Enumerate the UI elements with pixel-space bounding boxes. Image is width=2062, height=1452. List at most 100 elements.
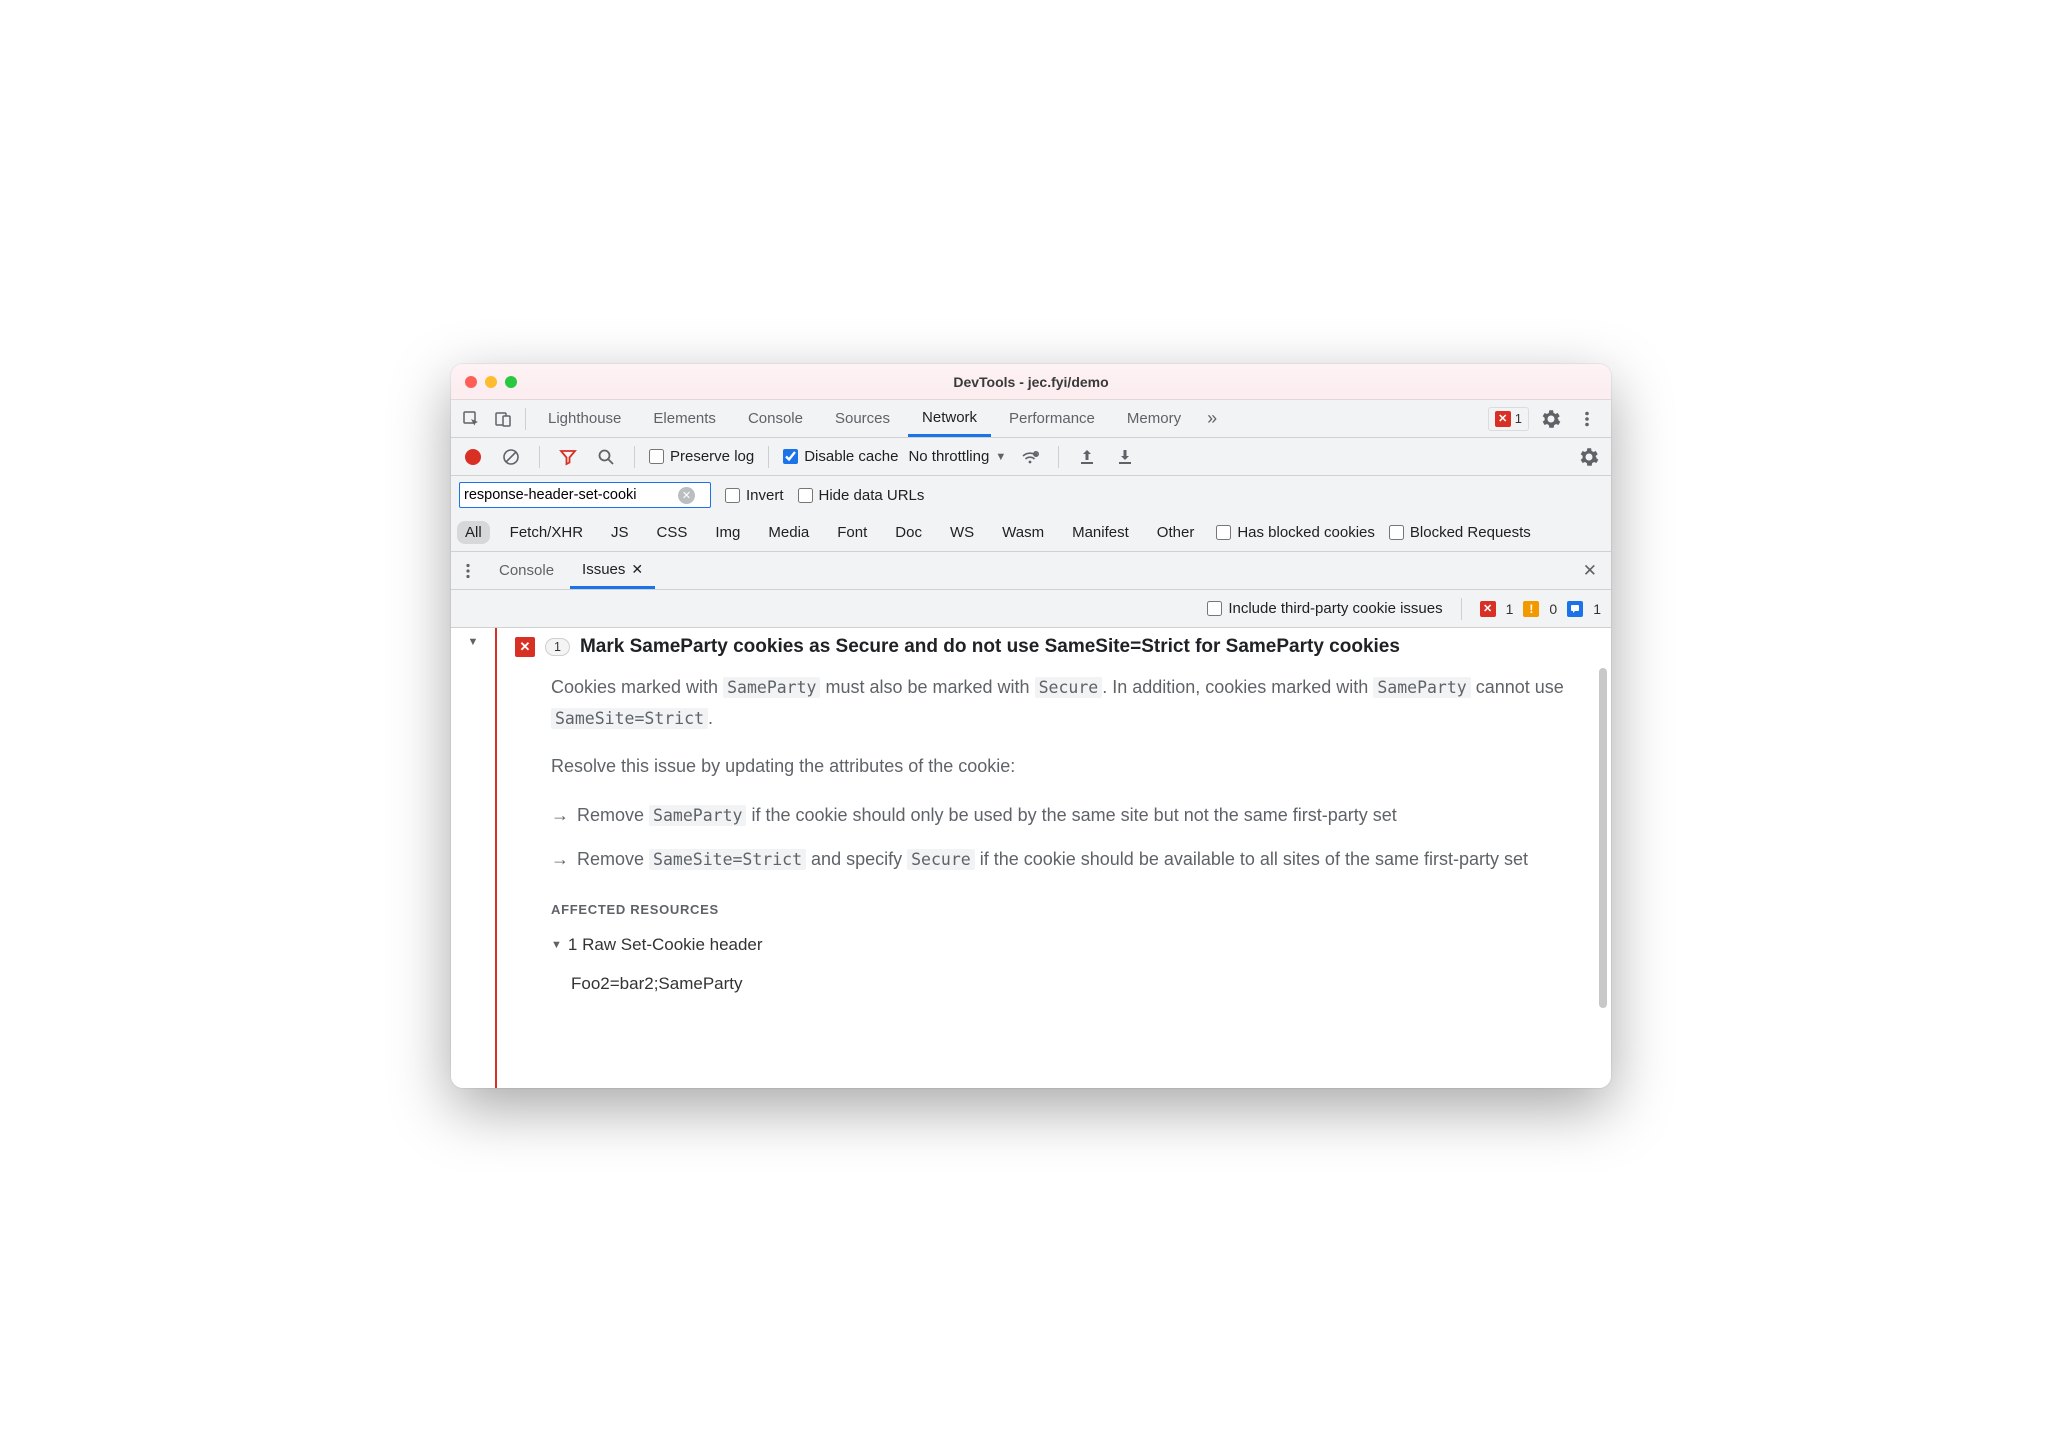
tab-elements[interactable]: Elements bbox=[639, 400, 730, 437]
issue-count-pill: 1 bbox=[545, 638, 570, 656]
invert-label: Invert bbox=[746, 487, 784, 504]
separator bbox=[539, 446, 540, 468]
affected-resource-value: Foo2=bar2;SameParty bbox=[551, 970, 1591, 999]
network-toolbar: Preserve log Disable cache No throttling… bbox=[451, 438, 1611, 476]
code-secure: Secure bbox=[1035, 677, 1103, 698]
tab-console[interactable]: Console bbox=[734, 400, 817, 437]
type-filter-other[interactable]: Other bbox=[1149, 521, 1203, 544]
main-toolbar: Lighthouse Elements Console Sources Netw… bbox=[451, 400, 1611, 438]
code-secure: Secure bbox=[907, 849, 975, 870]
type-filter-row: All Fetch/XHR JS CSS Img Media Font Doc … bbox=[451, 514, 1611, 552]
error-count: 1 bbox=[1515, 411, 1522, 426]
upload-har-icon[interactable] bbox=[1073, 443, 1101, 471]
clear-icon[interactable] bbox=[497, 443, 525, 471]
include-third-party-checkbox[interactable]: Include third-party cookie issues bbox=[1207, 600, 1442, 617]
type-filter-media[interactable]: Media bbox=[760, 521, 817, 544]
error-x-icon: ✕ bbox=[515, 637, 535, 657]
drawer-tab-issues[interactable]: Issues ✕ bbox=[570, 552, 655, 589]
blocked-requests-checkbox[interactable]: Blocked Requests bbox=[1389, 524, 1531, 541]
issue-counts: ✕ 1 ! 0 1 bbox=[1480, 601, 1601, 617]
type-filter-all[interactable]: All bbox=[457, 521, 490, 544]
issue-header[interactable]: ✕ 1 Mark SameParty cookies as Secure and… bbox=[515, 636, 1591, 658]
error-x-icon: ✕ bbox=[1495, 411, 1511, 427]
error-indicator[interactable]: ✕ 1 bbox=[1488, 407, 1529, 431]
tab-memory[interactable]: Memory bbox=[1113, 400, 1195, 437]
separator bbox=[525, 408, 526, 430]
tab-lighthouse[interactable]: Lighthouse bbox=[534, 400, 635, 437]
network-conditions-icon[interactable] bbox=[1016, 443, 1044, 471]
hide-data-urls-checkbox[interactable]: Hide data URLs bbox=[798, 487, 925, 504]
network-settings-gear-icon[interactable] bbox=[1575, 443, 1603, 471]
drawer-close-icon[interactable]: ✕ bbox=[1571, 561, 1609, 581]
has-blocked-cookies-label: Has blocked cookies bbox=[1237, 524, 1375, 541]
close-tab-icon[interactable]: ✕ bbox=[631, 561, 643, 578]
disable-cache-checkbox[interactable]: Disable cache bbox=[783, 448, 898, 465]
collapse-icon[interactable]: ▼ bbox=[468, 636, 479, 648]
record-button[interactable] bbox=[459, 443, 487, 471]
code-sameparty: SameParty bbox=[1373, 677, 1470, 698]
tab-network[interactable]: Network bbox=[908, 400, 991, 437]
arrow-icon: → bbox=[551, 800, 569, 831]
device-toolbar-icon[interactable] bbox=[489, 405, 517, 433]
preserve-log-label: Preserve log bbox=[670, 448, 754, 465]
drawer-tab-issues-label: Issues bbox=[582, 561, 625, 578]
tab-performance[interactable]: Performance bbox=[995, 400, 1109, 437]
download-har-icon[interactable] bbox=[1111, 443, 1139, 471]
clear-filter-icon[interactable]: ✕ bbox=[678, 487, 695, 504]
more-tabs-icon[interactable]: » bbox=[1199, 408, 1225, 429]
filter-row: ✕ Invert Hide data URLs bbox=[451, 476, 1611, 514]
type-filter-img[interactable]: Img bbox=[707, 521, 748, 544]
include-third-party-label: Include third-party cookie issues bbox=[1228, 600, 1442, 617]
drawer-kebab-icon[interactable] bbox=[453, 562, 483, 580]
resolve-intro: Resolve this issue by updating the attri… bbox=[551, 751, 1591, 782]
blocked-requests-label: Blocked Requests bbox=[1410, 524, 1531, 541]
type-filter-js[interactable]: JS bbox=[603, 521, 637, 544]
main-tabs: Lighthouse Elements Console Sources Netw… bbox=[534, 400, 1484, 437]
has-blocked-cookies-checkbox[interactable]: Has blocked cookies bbox=[1216, 524, 1375, 541]
inspect-element-icon[interactable] bbox=[457, 405, 485, 433]
issues-options-bar: Include third-party cookie issues ✕ 1 ! … bbox=[451, 590, 1611, 628]
collapse-icon[interactable]: ▼ bbox=[551, 936, 562, 955]
issues-error-count: 1 bbox=[1506, 601, 1514, 617]
separator bbox=[768, 446, 769, 468]
code-samesite-strict: SameSite=Strict bbox=[649, 849, 806, 870]
issues-body: ▼ ✕ 1 Mark SameParty cookies as Secure a… bbox=[451, 628, 1611, 1088]
resolution-step-2: → Remove SameSite=Strict and specify Sec… bbox=[551, 844, 1591, 875]
filter-input[interactable] bbox=[464, 487, 674, 503]
type-filter-fetchxhr[interactable]: Fetch/XHR bbox=[502, 521, 591, 544]
type-filter-doc[interactable]: Doc bbox=[887, 521, 930, 544]
filter-funnel-icon[interactable] bbox=[554, 443, 582, 471]
separator bbox=[1461, 598, 1462, 620]
preserve-log-checkbox[interactable]: Preserve log bbox=[649, 448, 754, 465]
code-sameparty: SameParty bbox=[649, 805, 746, 826]
issue-description: Cookies marked with SameParty must also … bbox=[515, 672, 1591, 999]
type-filter-font[interactable]: Font bbox=[829, 521, 875, 544]
settings-gear-icon[interactable] bbox=[1537, 405, 1565, 433]
tab-sources[interactable]: Sources bbox=[821, 400, 904, 437]
filter-input-wrapper[interactable]: ✕ bbox=[459, 482, 711, 508]
drawer-tabs: Console Issues ✕ ✕ bbox=[451, 552, 1611, 590]
affected-resource-label: 1 Raw Set-Cookie header bbox=[568, 931, 763, 960]
hide-data-urls-label: Hide data URLs bbox=[819, 487, 925, 504]
affected-resources-heading: AFFECTED RESOURCES bbox=[551, 899, 1591, 921]
scrollbar-thumb[interactable] bbox=[1599, 668, 1607, 1008]
separator bbox=[1058, 446, 1059, 468]
warning-icon: ! bbox=[1523, 601, 1539, 617]
type-filter-manifest[interactable]: Manifest bbox=[1064, 521, 1137, 544]
devtools-window: DevTools - jec.fyi/demo Lighthouse Eleme… bbox=[451, 364, 1611, 1088]
type-filter-wasm[interactable]: Wasm bbox=[994, 521, 1052, 544]
window-title: DevTools - jec.fyi/demo bbox=[451, 374, 1611, 390]
throttling-label: No throttling bbox=[908, 448, 989, 465]
throttling-dropdown[interactable]: No throttling ▼ bbox=[908, 448, 1006, 465]
issue-main: ✕ 1 Mark SameParty cookies as Secure and… bbox=[495, 628, 1611, 1088]
affected-resource-row[interactable]: ▼ 1 Raw Set-Cookie header bbox=[551, 931, 1591, 960]
search-icon[interactable] bbox=[592, 443, 620, 471]
code-sameparty: SameParty bbox=[723, 677, 820, 698]
type-filter-css[interactable]: CSS bbox=[649, 521, 696, 544]
type-filter-ws[interactable]: WS bbox=[942, 521, 982, 544]
invert-checkbox[interactable]: Invert bbox=[725, 487, 784, 504]
issues-warning-count: 0 bbox=[1549, 601, 1557, 617]
drawer-tab-console[interactable]: Console bbox=[487, 552, 566, 589]
kebab-menu-icon[interactable] bbox=[1573, 405, 1601, 433]
error-x-icon: ✕ bbox=[1480, 601, 1496, 617]
